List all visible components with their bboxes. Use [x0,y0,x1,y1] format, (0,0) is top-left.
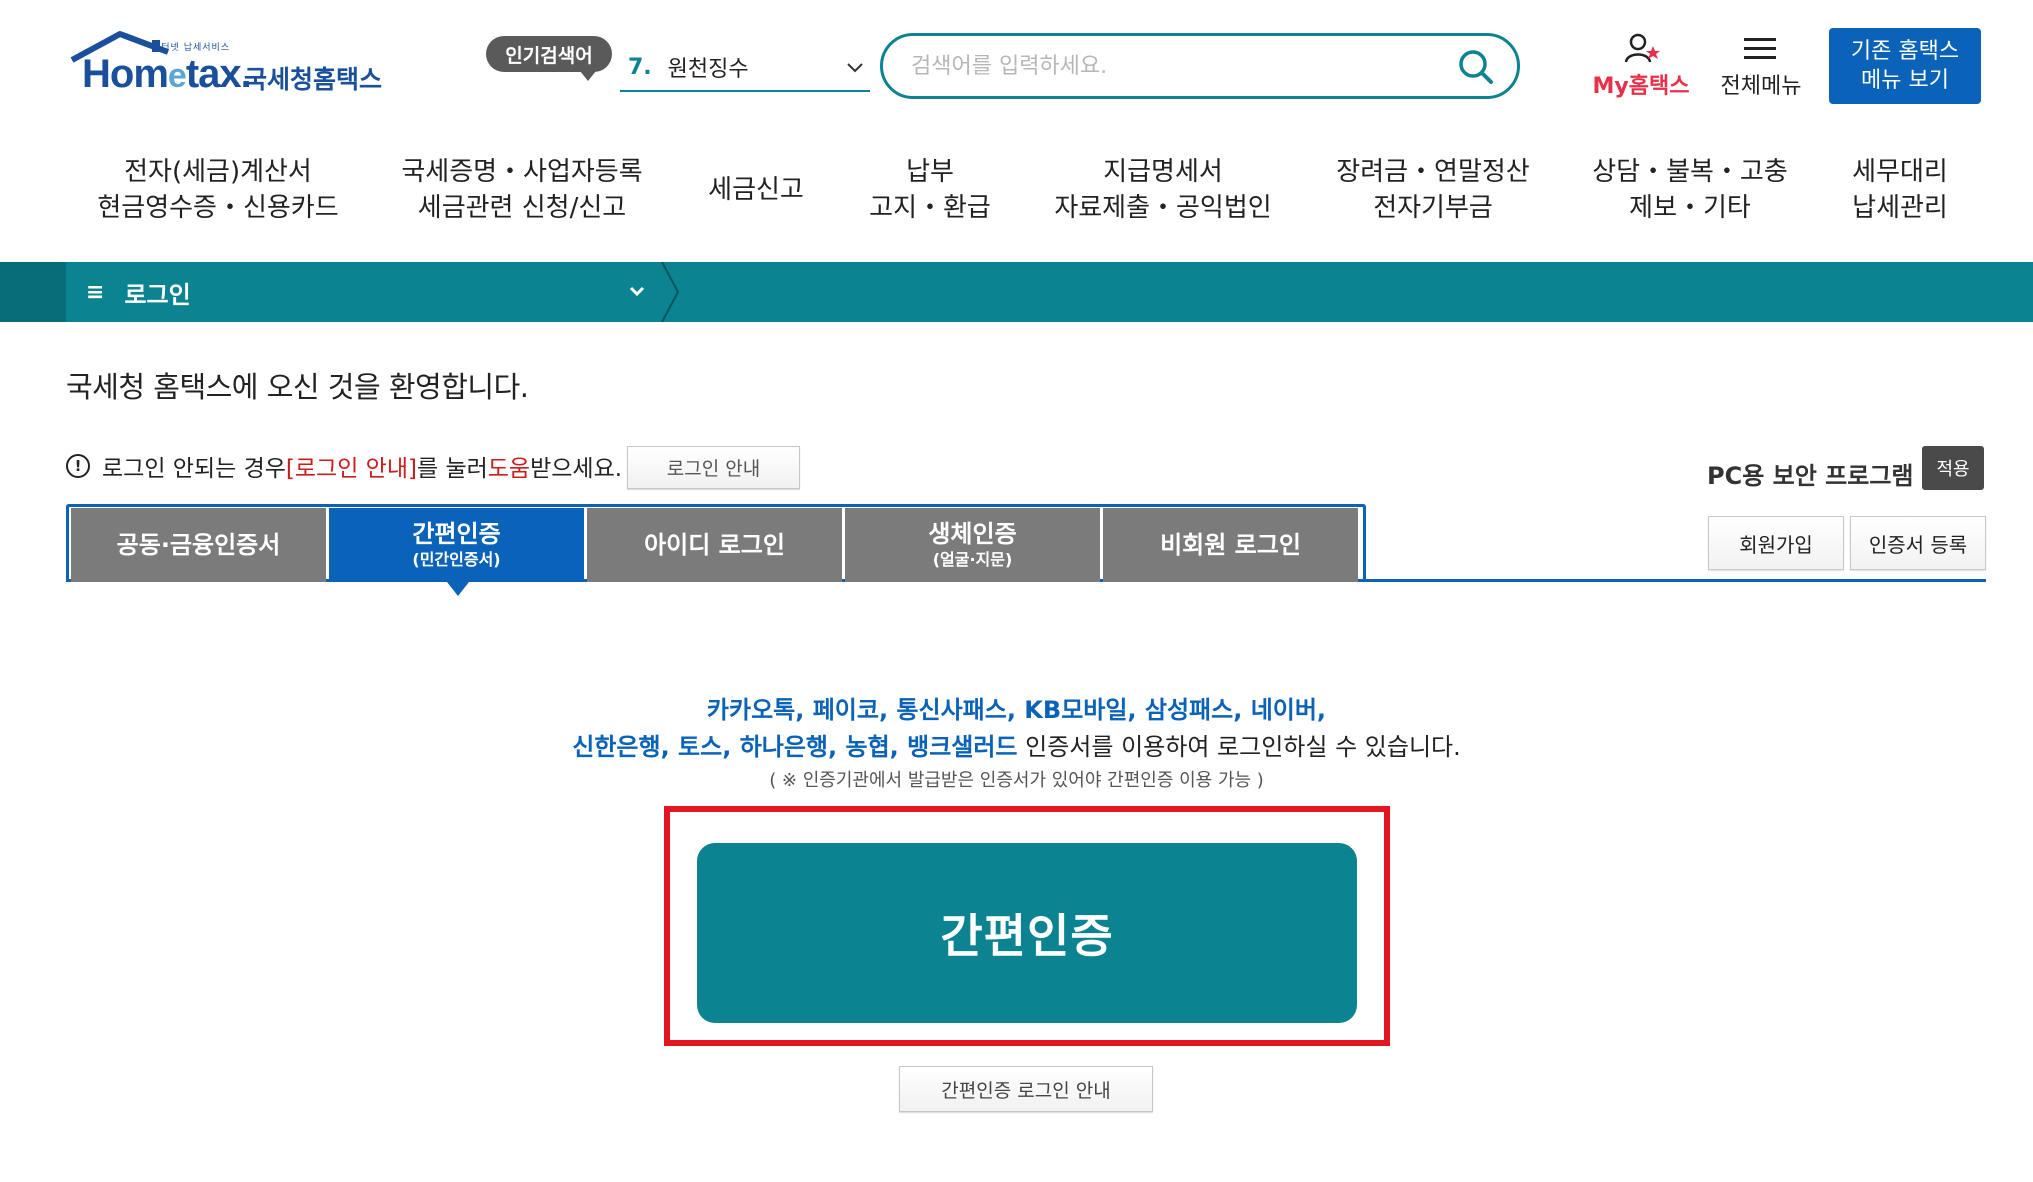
gnb-item-certificate[interactable]: 국세증명・사업자등록 세금관련 신청/신고 [401,154,642,226]
gnb-item-tax-return[interactable]: 세금신고 [708,172,804,208]
location-current: 로그인 [124,280,191,309]
location-bar-edge [0,262,66,322]
gnb-item-payment-statement[interactable]: 지급명세서 자료제출・공익법인 [1054,154,1271,226]
gnb-item-tax-agent[interactable]: 세무대리 납세관리 [1852,154,1948,226]
popular-keyword-dropdown[interactable]: 7. 원천징수 [620,44,870,92]
hometax-logo[interactable]: 인터넷 납세서비스 Hometax. 국세청홈택스 [68,30,398,104]
signup-button[interactable]: 회원가입 [1708,516,1844,570]
gnb-item-incentive[interactable]: 장려금・연말정산 전자기부금 [1336,154,1529,226]
all-menu-button[interactable]: 전체메뉴 [1714,30,1808,100]
chevron-down-icon[interactable] [844,56,866,78]
cert-register-button[interactable]: 인증서 등록 [1850,516,1986,570]
security-apply-button[interactable]: 적용 [1922,446,1984,490]
pc-security-label: PC용 보안 프로그램 [1707,462,1914,490]
providers-line1: 카카오톡, 페이코, 통신사패스, KB모바일, 삼성패스, 네이버, [706,696,1327,724]
search-input[interactable] [911,50,1431,82]
breadcrumb-separator-icon [661,262,680,322]
popular-keyword-rank: 7. [628,54,652,80]
old-menu-line2: 메뉴 보기 [1861,68,1949,93]
supported-providers: 카카오톡, 페이코, 통신사패스, KB모바일, 삼성패스, 네이버, 신한은행… [0,692,2033,796]
providers-line2: 신한은행, 토스, 하나은행, 농협, 뱅크샐러드 인증서를 이용하여 로그인하… [572,733,1461,761]
search-bar [880,33,1520,99]
welcome-heading: 국세청 홈택스에 오신 것을 환영합니다. [66,370,529,404]
tab-id-login[interactable]: 아이디 로그인 [587,508,842,582]
all-menu-label: 전체메뉴 [1720,74,1802,99]
logo-brand-korean: 국세청홈택스 [244,65,383,94]
active-tab-pointer [447,582,469,596]
info-circle-icon: ! [66,454,90,478]
old-menu-line1: 기존 홈택스 [1850,39,1960,64]
popular-search-badge: 인기검색어 [486,36,612,81]
tab-non-member[interactable]: 비회원 로그인 [1103,508,1358,582]
easy-auth-button[interactable]: 간편인증 [697,843,1357,1023]
providers-note: ( ※ 인증기관에서 발급받은 인증서가 있어야 간편인증 이용 가능 ) [769,770,1264,791]
logo-brand: Hometax. [82,52,252,96]
my-hometax-link[interactable]: My홈택스 [1586,30,1696,100]
gnb-item-consulting[interactable]: 상담・불복・고충 제보・기타 [1592,154,1788,226]
old-hometax-menu-button[interactable]: 기존 홈택스 메뉴 보기 [1829,28,1981,104]
tab-biometric[interactable]: 생체인증 (얼굴·지문) [845,508,1100,582]
my-hometax-label: My홈택스 [1592,74,1690,99]
easy-auth-guide-button[interactable]: 간편인증 로그인 안내 [899,1066,1153,1112]
user-star-icon [1624,33,1660,63]
gnb-item-e-invoice[interactable]: 전자(세금)계산서 현금영수증・신용카드 [97,154,338,226]
chevron-down-icon [629,286,645,297]
list-icon: ≡ [86,279,105,305]
tab-easy-auth[interactable]: 간편인증 (민간인증서) [329,508,584,582]
gnb-item-payment[interactable]: 납부 고지・환급 [869,154,991,226]
global-navigation: 전자(세금)계산서 현금영수증・신용카드 국세증명・사업자등록 세금관련 신청/신고… [0,150,2033,260]
login-guide-button[interactable]: 로그인 안내 [627,446,800,489]
popular-keyword-text: 원천징수 [667,57,749,82]
login-help-notice: ! 로그인 안되는 경우 [로그인 안내] 를 눌러 도움 받으세요. [66,449,622,483]
hamburger-icon [1744,38,1776,59]
search-icon[interactable] [1457,48,1495,86]
location-dropdown[interactable]: ≡ 로그인 [66,262,662,322]
location-bar: ≡ 로그인 [0,262,2033,322]
tab-joint-certificate[interactable]: 공동·금융인증서 [71,508,326,582]
